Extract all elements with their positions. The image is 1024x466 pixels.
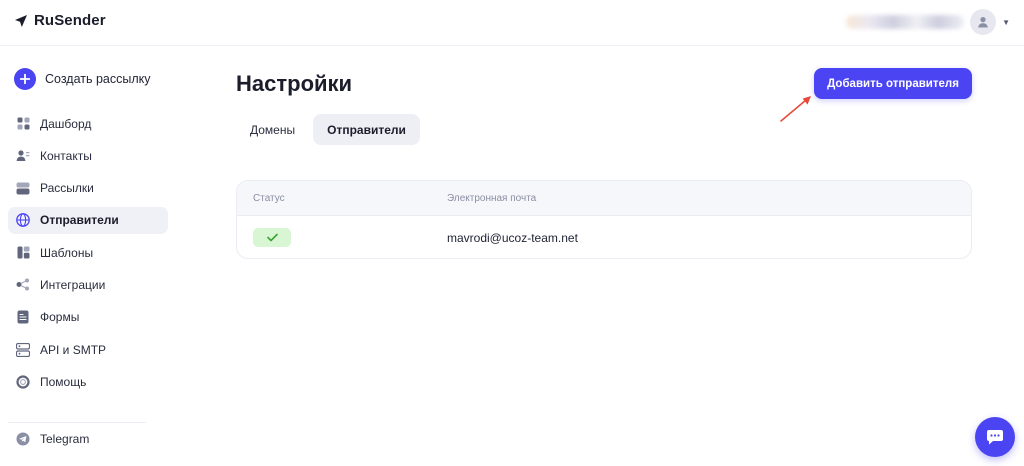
sidebar-item-label: Формы: [40, 310, 80, 325]
sidebar-item-label: Интеграции: [40, 277, 106, 292]
sidebar-item-contacts[interactable]: Контакты: [8, 142, 168, 169]
brand-name: RuSender: [34, 12, 106, 29]
help-icon: [16, 375, 30, 389]
sender-email: mavrodi@ucoz-team.net: [447, 230, 578, 245]
mailings-icon: [16, 181, 30, 195]
status-cell: [237, 228, 447, 247]
sidebar-item-dashboard[interactable]: Дашборд: [8, 110, 168, 137]
status-badge: [253, 228, 291, 247]
sidebar-item-label: API и SMTP: [40, 342, 107, 357]
senders-table: Статус Электронная почта mavrodi@ucoz-te…: [236, 180, 972, 259]
sidebar-item-help[interactable]: Помощь: [8, 368, 168, 395]
logo[interactable]: RuSender: [14, 12, 106, 29]
top-bar: RuSender ▼: [0, 0, 1024, 46]
table-row[interactable]: mavrodi@ucoz-team.net: [237, 216, 971, 258]
sidebar-item-mailings[interactable]: Рассылки: [8, 175, 168, 202]
sidebar-item-integrations[interactable]: Интеграции: [8, 271, 168, 298]
tab-domains[interactable]: Домены: [236, 114, 309, 145]
integrations-icon: [16, 278, 30, 292]
telegram-link[interactable]: Telegram: [16, 432, 89, 446]
forms-icon: [16, 310, 30, 324]
api-icon: [16, 342, 30, 357]
add-sender-button[interactable]: Добавить отправителя: [814, 68, 972, 99]
caret-down-icon[interactable]: ▼: [1002, 18, 1010, 27]
senders-icon: [16, 213, 30, 228]
templates-icon: [16, 246, 30, 260]
avatar[interactable]: [970, 9, 997, 35]
telegram-label: Telegram: [40, 432, 90, 446]
sidebar: Создать рассылку Дашборд Контакты Рассыл…: [0, 46, 178, 466]
tab-senders[interactable]: Отправители: [313, 114, 420, 145]
blurred-user-name: [846, 15, 965, 29]
contacts-icon: [16, 149, 30, 163]
chat-icon: [987, 430, 1003, 445]
sidebar-item-label: Дашборд: [40, 116, 92, 131]
sidebar-item-senders[interactable]: Отправители: [8, 206, 168, 234]
user-icon: [978, 17, 988, 28]
dashboard-icon: [16, 117, 30, 131]
sidebar-item-forms[interactable]: Формы: [8, 304, 168, 331]
create-mailing-label: Создать рассылку: [45, 72, 151, 86]
table-header: Статус Электронная почта: [237, 181, 971, 216]
settings-tabs: Домены Отправители: [236, 114, 420, 145]
support-chat-button[interactable]: [975, 417, 1015, 457]
page-title: Настройки: [236, 71, 353, 96]
create-mailing-button[interactable]: Создать рассылку: [14, 68, 151, 90]
sidebar-item-label: Контакты: [40, 148, 92, 163]
sidebar-item-label: Шаблоны: [40, 245, 94, 260]
sidebar-divider: [8, 422, 146, 423]
sidebar-item-templates[interactable]: Шаблоны: [8, 239, 168, 266]
plus-icon: [14, 68, 36, 90]
sidebar-nav: Дашборд Контакты Рассылки Отправители Ша…: [8, 110, 168, 401]
column-header-status: Статус: [253, 192, 285, 204]
column-header-email: Электронная почта: [447, 192, 537, 204]
sidebar-item-label: Рассылки: [40, 181, 94, 196]
sidebar-item-api-smtp[interactable]: API и SMTP: [8, 336, 168, 363]
sidebar-item-label: Отправители: [40, 213, 119, 228]
check-icon: [266, 233, 278, 242]
annotation-arrow-icon: [780, 96, 811, 122]
user-menu[interactable]: ▼: [846, 9, 1010, 35]
sidebar-item-label: Помощь: [40, 374, 87, 389]
telegram-icon: [16, 432, 30, 446]
send-arrow-icon: [15, 14, 27, 27]
